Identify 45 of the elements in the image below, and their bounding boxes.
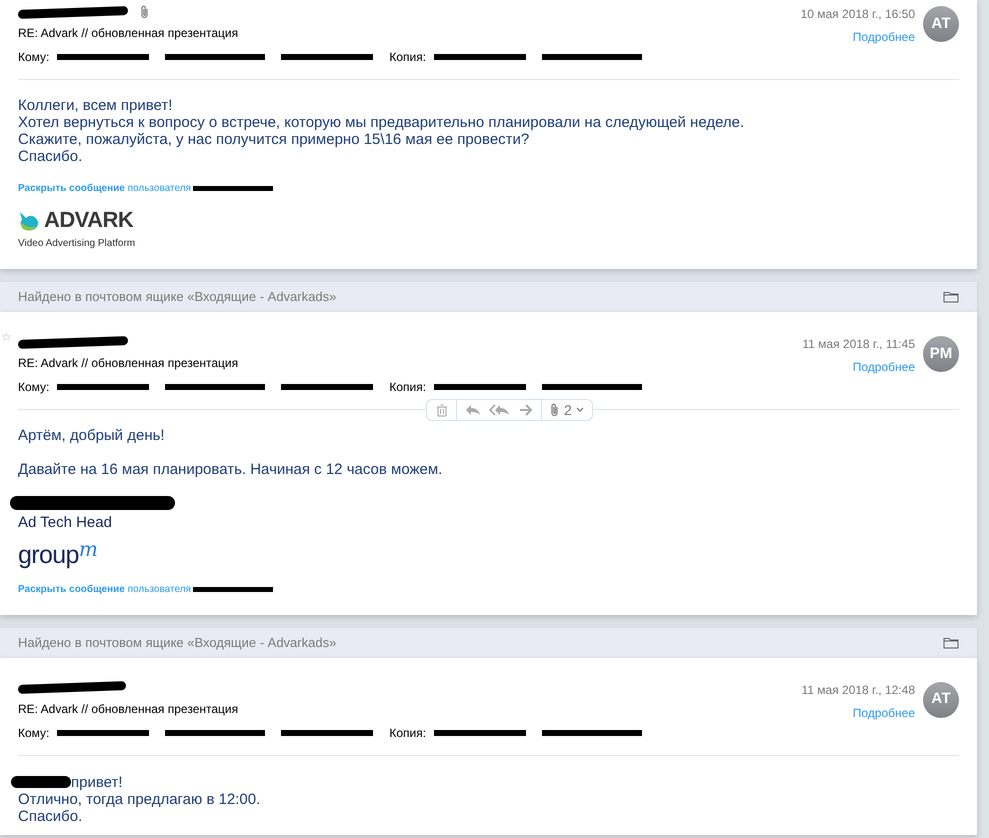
- message-date: 11 мая 2018 г., 12:48: [801, 682, 915, 698]
- message-text: Скажите, пожалуйста, у нас получится примерно 15\16 мая ее провести?: [18, 131, 530, 148]
- message-date: 11 мая 2018 г., 11:45: [802, 336, 915, 353]
- trash-icon: [436, 404, 448, 416]
- expand-message-link[interactable]: Раскрыть сообщение пользователя: [18, 582, 191, 596]
- message-date: 10 мая 2018 г., 16:50: [800, 6, 915, 23]
- details-link[interactable]: Подробнее: [852, 358, 915, 376]
- mailbox-label: Найдено в почтовом ящике «Входящие - Advarkads»: [18, 288, 336, 306]
- logo-tagline: Video Advertising Platform: [18, 237, 136, 251]
- attachments-button[interactable]: 2: [542, 400, 592, 420]
- star-icon[interactable]: ☆: [1, 331, 12, 343]
- to-label: Кому:: [18, 379, 50, 396]
- message-text: Спасибо.: [18, 808, 84, 824]
- cc-label: Копия:: [389, 49, 426, 66]
- reply-icon: [465, 404, 481, 416]
- paperclip-icon: [550, 403, 560, 417]
- to-label: Кому:: [18, 724, 50, 742]
- chevron-down-icon: [576, 407, 584, 413]
- avatar: АТ: [923, 6, 959, 42]
- logo-name: ADVARK: [44, 209, 134, 231]
- mailbox-label: Найдено в почтовом ящике «Входящие - Advarkads»: [18, 634, 336, 652]
- message-text: Давайте на 16 мая планировать. Начиная с 12 часов можем.: [18, 461, 444, 478]
- folder-icon: [943, 291, 959, 303]
- redaction-mark: [11, 776, 71, 788]
- cc-label: Копия:: [389, 379, 426, 396]
- subject: RE: Advark // обновленная презентация: [18, 355, 240, 372]
- to-label: Кому:: [18, 49, 50, 66]
- reply-all-icon: [489, 404, 511, 416]
- details-link[interactable]: Подробнее: [852, 704, 915, 722]
- details-link[interactable]: Подробнее: [852, 28, 915, 46]
- folder-icon: [943, 636, 959, 648]
- message-text: привет!: [71, 774, 123, 790]
- subject: RE: Advark // обновленная презентация: [18, 700, 240, 718]
- message-text: Хотел вернуться к вопросу о встрече, которую мы предварительно планировали на следующей неделе.: [18, 114, 746, 131]
- message-text: Отлично, тогда предлагаю в 12:00.: [18, 790, 262, 808]
- signature-title: Ad Tech Head: [18, 513, 113, 533]
- avatar: АТ: [923, 682, 959, 718]
- message-text: Спасибо.: [18, 148, 84, 165]
- forward-icon: [519, 404, 533, 416]
- avatar: PM: [923, 336, 959, 372]
- cc-label: Копия:: [389, 724, 426, 742]
- expand-message-link[interactable]: Раскрыть сообщение пользователя: [18, 181, 191, 196]
- message-text: Коллеги, всем привет!: [18, 97, 174, 114]
- message-text: Артём, добрый день!: [18, 427, 166, 444]
- subject: RE: Advark // обновленная презентация: [18, 25, 240, 42]
